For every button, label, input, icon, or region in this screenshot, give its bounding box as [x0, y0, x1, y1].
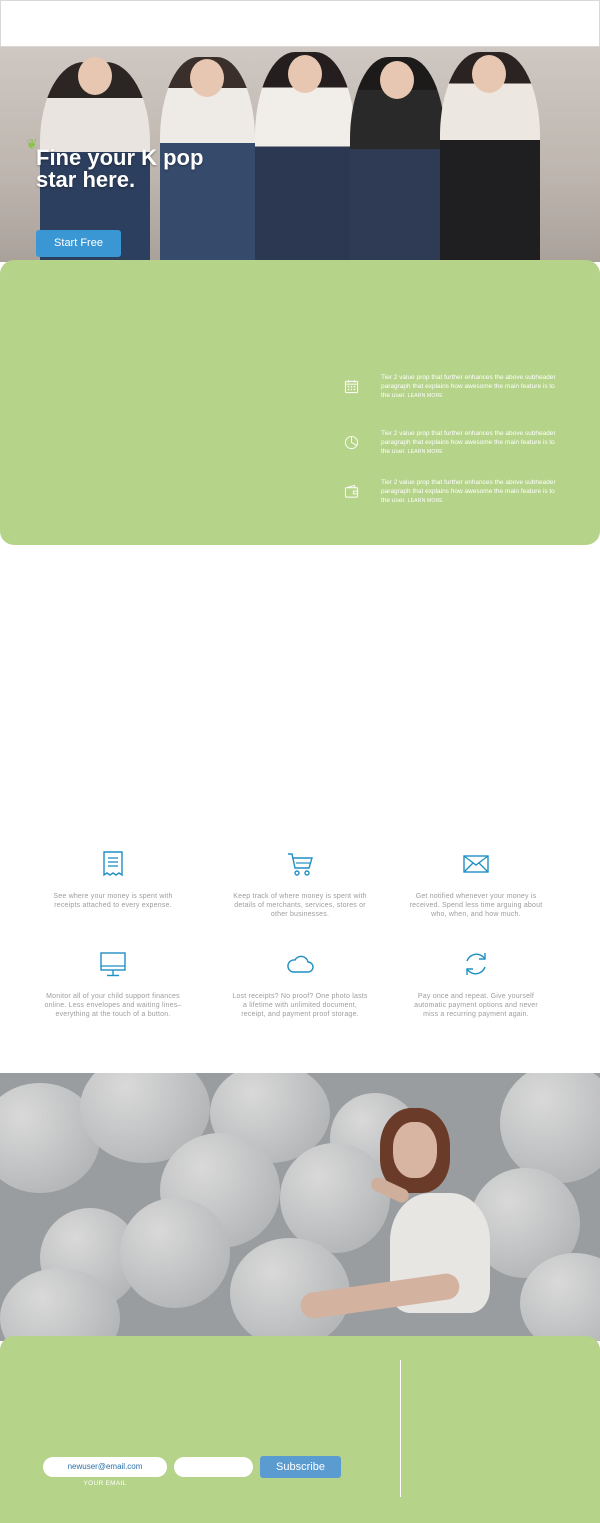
cart-icon: [288, 853, 313, 876]
feature-text: Tier 2 value prop that further enhances …: [381, 374, 556, 399]
woman-figure: [298, 1108, 490, 1341]
calendar-icon: [344, 379, 359, 394]
learn-more-link[interactable]: LEARN MORE: [408, 498, 443, 504]
service-item: Pay once and repeat. Give yourself autom…: [406, 950, 546, 1019]
hero-photo-head: [78, 57, 112, 95]
service-text: Get notified whenever your money is rece…: [409, 893, 543, 918]
top-navigation-bar: [0, 0, 600, 47]
service-text: See where your money is spent with recei…: [53, 893, 173, 909]
service-item: Keep track of where money is spent with …: [230, 850, 370, 919]
service-item: Lost receipts? No proof? One photo lasts…: [230, 950, 370, 1019]
receipt-icon: [103, 851, 123, 877]
service-item: Monitor all of your child support financ…: [43, 950, 183, 1019]
balloon-photo: [0, 1073, 600, 1341]
hero-photo-head: [472, 55, 506, 93]
feature-text: Tier 2 value prop that further enhances …: [381, 479, 556, 504]
learn-more-link[interactable]: LEARN MORE: [408, 449, 443, 455]
pie-chart-icon: [344, 435, 359, 450]
divider: [400, 1360, 401, 1497]
service-text: Monitor all of your child support financ…: [44, 993, 182, 1018]
balloon: [500, 1073, 600, 1183]
service-item: Get notified whenever your money is rece…: [406, 850, 546, 919]
feature-item: Tier 2 value prop that further enhances …: [340, 429, 580, 463]
wallet-icon: [344, 484, 359, 498]
hero-banner: ❦ Fine your K pop star here. Start Free: [0, 47, 600, 262]
service-item: See where your money is spent with recei…: [43, 850, 183, 910]
feature-item: Tier 2 value prop that further enhances …: [340, 478, 580, 512]
feature-text: Tier 2 value prop that further enhances …: [381, 430, 556, 455]
learn-more-link[interactable]: LEARN MORE: [408, 393, 443, 399]
refresh-icon: [466, 953, 486, 975]
hero-title: Fine your K pop star here.: [36, 145, 204, 192]
service-text: Keep track of where money is spent with …: [233, 893, 367, 918]
feature-list-section: Tier 2 value prop that further enhances …: [0, 260, 600, 545]
service-text: Pay once and repeat. Give yourself autom…: [414, 993, 538, 1018]
email-input[interactable]: newuser@email.com: [43, 1457, 167, 1477]
subscribe-button[interactable]: Subscribe: [260, 1456, 341, 1478]
mail-icon: [463, 855, 489, 873]
subscribe-section: newuser@email.com Subscribe YOUR EMAIL: [0, 1336, 600, 1523]
hero-photo-head: [288, 55, 322, 93]
hero-photo-head: [190, 59, 224, 97]
hero-photo-head: [380, 61, 414, 99]
landing-page: ❦ Fine your K pop star here. Start Free …: [0, 0, 600, 1523]
email-field-label: YOUR EMAIL: [83, 1480, 127, 1487]
service-text: Lost receipts? No proof? One photo lasts…: [232, 993, 368, 1018]
start-free-button[interactable]: Start Free: [36, 230, 121, 257]
monitor-icon: [100, 952, 126, 977]
cloud-icon: [287, 955, 314, 973]
balloon: [120, 1198, 230, 1308]
feature-item: Tier 2 value prop that further enhances …: [340, 373, 580, 407]
secondary-input[interactable]: [174, 1457, 253, 1477]
